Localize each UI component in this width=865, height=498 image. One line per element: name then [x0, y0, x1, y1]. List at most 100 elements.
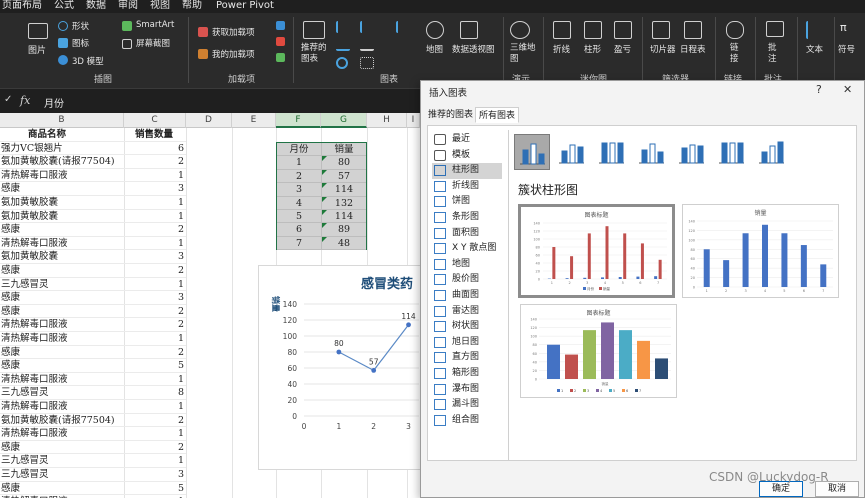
cell-product-name[interactable]: 感康: [1, 359, 20, 373]
chart-type-stock[interactable]: 股价图: [432, 272, 502, 288]
cell-product-name[interactable]: 三九感冒灵: [1, 468, 49, 482]
worksheet[interactable]: 商品名称 销售数量 强力VC银翘片 6 氨加黄敏胶囊(请报77504) 2 清热解毒口服液 1…: [0, 128, 420, 498]
chart-type-scatter[interactable]: X Y 散点图: [432, 241, 502, 257]
chart-type-recent[interactable]: 最近: [432, 132, 502, 148]
cell-product-name[interactable]: 清热解毒口服液: [1, 373, 68, 387]
embedded-line-chart[interactable]: 感冒类药 销量 140 120 100 80 60 40 20 0 0 1 2 3 80 57 114: [258, 265, 420, 470]
cell-sales-count[interactable]: 3: [124, 291, 184, 305]
tab-recommended-charts[interactable]: 推荐的图表: [425, 107, 476, 123]
subtype-3d-clustered-column[interactable]: [634, 134, 670, 170]
cell-sales-count[interactable]: 1: [124, 210, 184, 224]
chart-type-area[interactable]: 面积图: [432, 226, 502, 242]
column-header-d[interactable]: D: [186, 113, 232, 128]
cell-product-name[interactable]: 氨加黄敏胶囊: [1, 196, 58, 210]
enter-check-icon[interactable]: ✓: [4, 94, 12, 105]
header-sales[interactable]: 销量: [322, 143, 366, 156]
sparkline-winloss-button[interactable]: 盈亏: [614, 43, 631, 55]
timeline-button[interactable]: 日程表: [680, 43, 706, 55]
waterfall-chart-icon[interactable]: [396, 21, 410, 33]
scatter-chart-icon[interactable]: [360, 57, 374, 69]
cell-product-name[interactable]: 清热解毒口服液: [1, 318, 68, 332]
cell-sales-count[interactable]: 2: [124, 318, 184, 332]
menu-tab-power-pivot[interactable]: Power Pivot: [216, 0, 274, 12]
chart-type-column[interactable]: 柱形图: [432, 163, 502, 179]
subtype-stacked-column[interactable]: [554, 134, 590, 170]
pivot-chart-button[interactable]: 数据透视图: [452, 43, 495, 55]
picture-button[interactable]: 图片: [28, 43, 46, 56]
screenshot-button[interactable]: 屏幕截图: [136, 37, 170, 49]
cell-sales-count[interactable]: 1: [124, 373, 184, 387]
cell-product-name[interactable]: 感康: [1, 482, 20, 496]
cell-product-name[interactable]: 三九感冒灵: [1, 278, 49, 292]
3d-models-button[interactable]: 3D 模型: [72, 55, 104, 67]
cell-month[interactable]: 1: [277, 156, 322, 170]
cell-sales[interactable]: 132: [322, 196, 366, 210]
shapes-button[interactable]: 形状: [72, 20, 89, 32]
cell-sales-count[interactable]: 2: [124, 264, 184, 278]
cell-sales-count[interactable]: 8: [124, 386, 184, 400]
cell-sales-count[interactable]: 6: [124, 142, 184, 156]
cell-sales-count[interactable]: 1: [124, 278, 184, 292]
smartart-button[interactable]: SmartArt: [136, 20, 174, 30]
column-header-c[interactable]: C: [124, 113, 186, 128]
column-header-b[interactable]: B: [0, 113, 124, 128]
chart-type-combo[interactable]: 组合图: [432, 413, 502, 429]
map-chart-button[interactable]: 地图: [426, 43, 443, 55]
cell-product-name[interactable]: 感康: [1, 223, 20, 237]
cell-product-name[interactable]: 清热解毒口服液: [1, 237, 68, 251]
pi-icon[interactable]: π: [840, 21, 847, 34]
cell-month[interactable]: 6: [277, 223, 322, 237]
insert-function-button[interactable]: fx: [20, 94, 30, 107]
cell-sales-count[interactable]: 3: [124, 250, 184, 264]
subtype-percent-stacked-column[interactable]: [594, 134, 630, 170]
chart-type-line[interactable]: 折线图: [432, 179, 502, 195]
menu-tab-data[interactable]: 数据: [86, 0, 106, 12]
chart-type-box-whisker[interactable]: 箱形图: [432, 366, 502, 382]
formula-input[interactable]: 月份: [44, 95, 64, 110]
cell-product-name[interactable]: 氨加黄敏胶囊(请报77504): [1, 414, 115, 428]
cell-product-name[interactable]: 清热解毒口服液: [1, 169, 68, 183]
column-header-g[interactable]: G: [321, 113, 367, 128]
icons-button[interactable]: 图标: [72, 37, 89, 49]
cell-month[interactable]: 5: [277, 210, 322, 224]
cell-sales[interactable]: 114: [322, 183, 366, 196]
people-graph-icon[interactable]: [276, 53, 285, 62]
cell-product-name[interactable]: 感康: [1, 305, 20, 319]
column-header-e[interactable]: E: [232, 113, 276, 128]
cell-sales-count[interactable]: 2: [124, 346, 184, 360]
cell-month[interactable]: 7: [277, 236, 322, 251]
cell-sales[interactable]: 89: [322, 223, 366, 236]
cell-sales-count[interactable]: 1: [124, 400, 184, 414]
chart-type-pie[interactable]: 饼图: [432, 194, 502, 210]
cell-sales-count[interactable]: 1: [124, 169, 184, 183]
cell-sales-count[interactable]: 3: [124, 468, 184, 482]
my-addins-button[interactable]: 我的加载项: [212, 48, 255, 60]
chart-type-funnel[interactable]: 漏斗图: [432, 397, 502, 413]
menu-tab-help[interactable]: 帮助: [182, 0, 202, 12]
cell-sales-count[interactable]: 1: [124, 332, 184, 346]
cell-product-name[interactable]: 感康: [1, 264, 20, 278]
text-button[interactable]: 文本: [806, 43, 823, 55]
cell-month[interactable]: 2: [277, 169, 322, 184]
column-chart-icon[interactable]: [336, 21, 350, 33]
subtype-3d-percent-stacked-column[interactable]: [714, 134, 750, 170]
cell-sales[interactable]: 57: [322, 169, 366, 183]
chart-preview-clustered-1[interactable]: 图表标题 0 20 40 60 80 100 120 140 1 2 3 4 5 6 7 月份 销量: [518, 204, 675, 298]
cell-sales-count[interactable]: 2: [124, 441, 184, 455]
column-header-i[interactable]: I: [407, 113, 420, 128]
menu-tab-page-layout[interactable]: 页面布局: [2, 0, 42, 12]
cell-product-name[interactable]: 氨加黄敏胶囊(请报77504): [1, 155, 115, 169]
3d-map-button[interactable]: 三维地 图: [510, 43, 536, 65]
slicer-button[interactable]: 切片器: [650, 43, 676, 55]
cell-product-name[interactable]: 强力VC银翘片: [1, 142, 63, 156]
chart-type-radar[interactable]: 雷达图: [432, 304, 502, 320]
cell-sales[interactable]: 114: [322, 210, 366, 223]
statistic-chart-icon[interactable]: [360, 39, 374, 51]
column-header-f[interactable]: F: [276, 113, 321, 128]
subtype-3d-stacked-column[interactable]: [674, 134, 710, 170]
picture-icon[interactable]: [28, 23, 48, 39]
cell-product-name[interactable]: 感康: [1, 182, 20, 196]
header-month[interactable]: 月份: [277, 143, 322, 157]
sparkline-column-button[interactable]: 柱形: [584, 43, 601, 55]
recommended-charts-button[interactable]: 推荐的 图表: [301, 43, 327, 65]
